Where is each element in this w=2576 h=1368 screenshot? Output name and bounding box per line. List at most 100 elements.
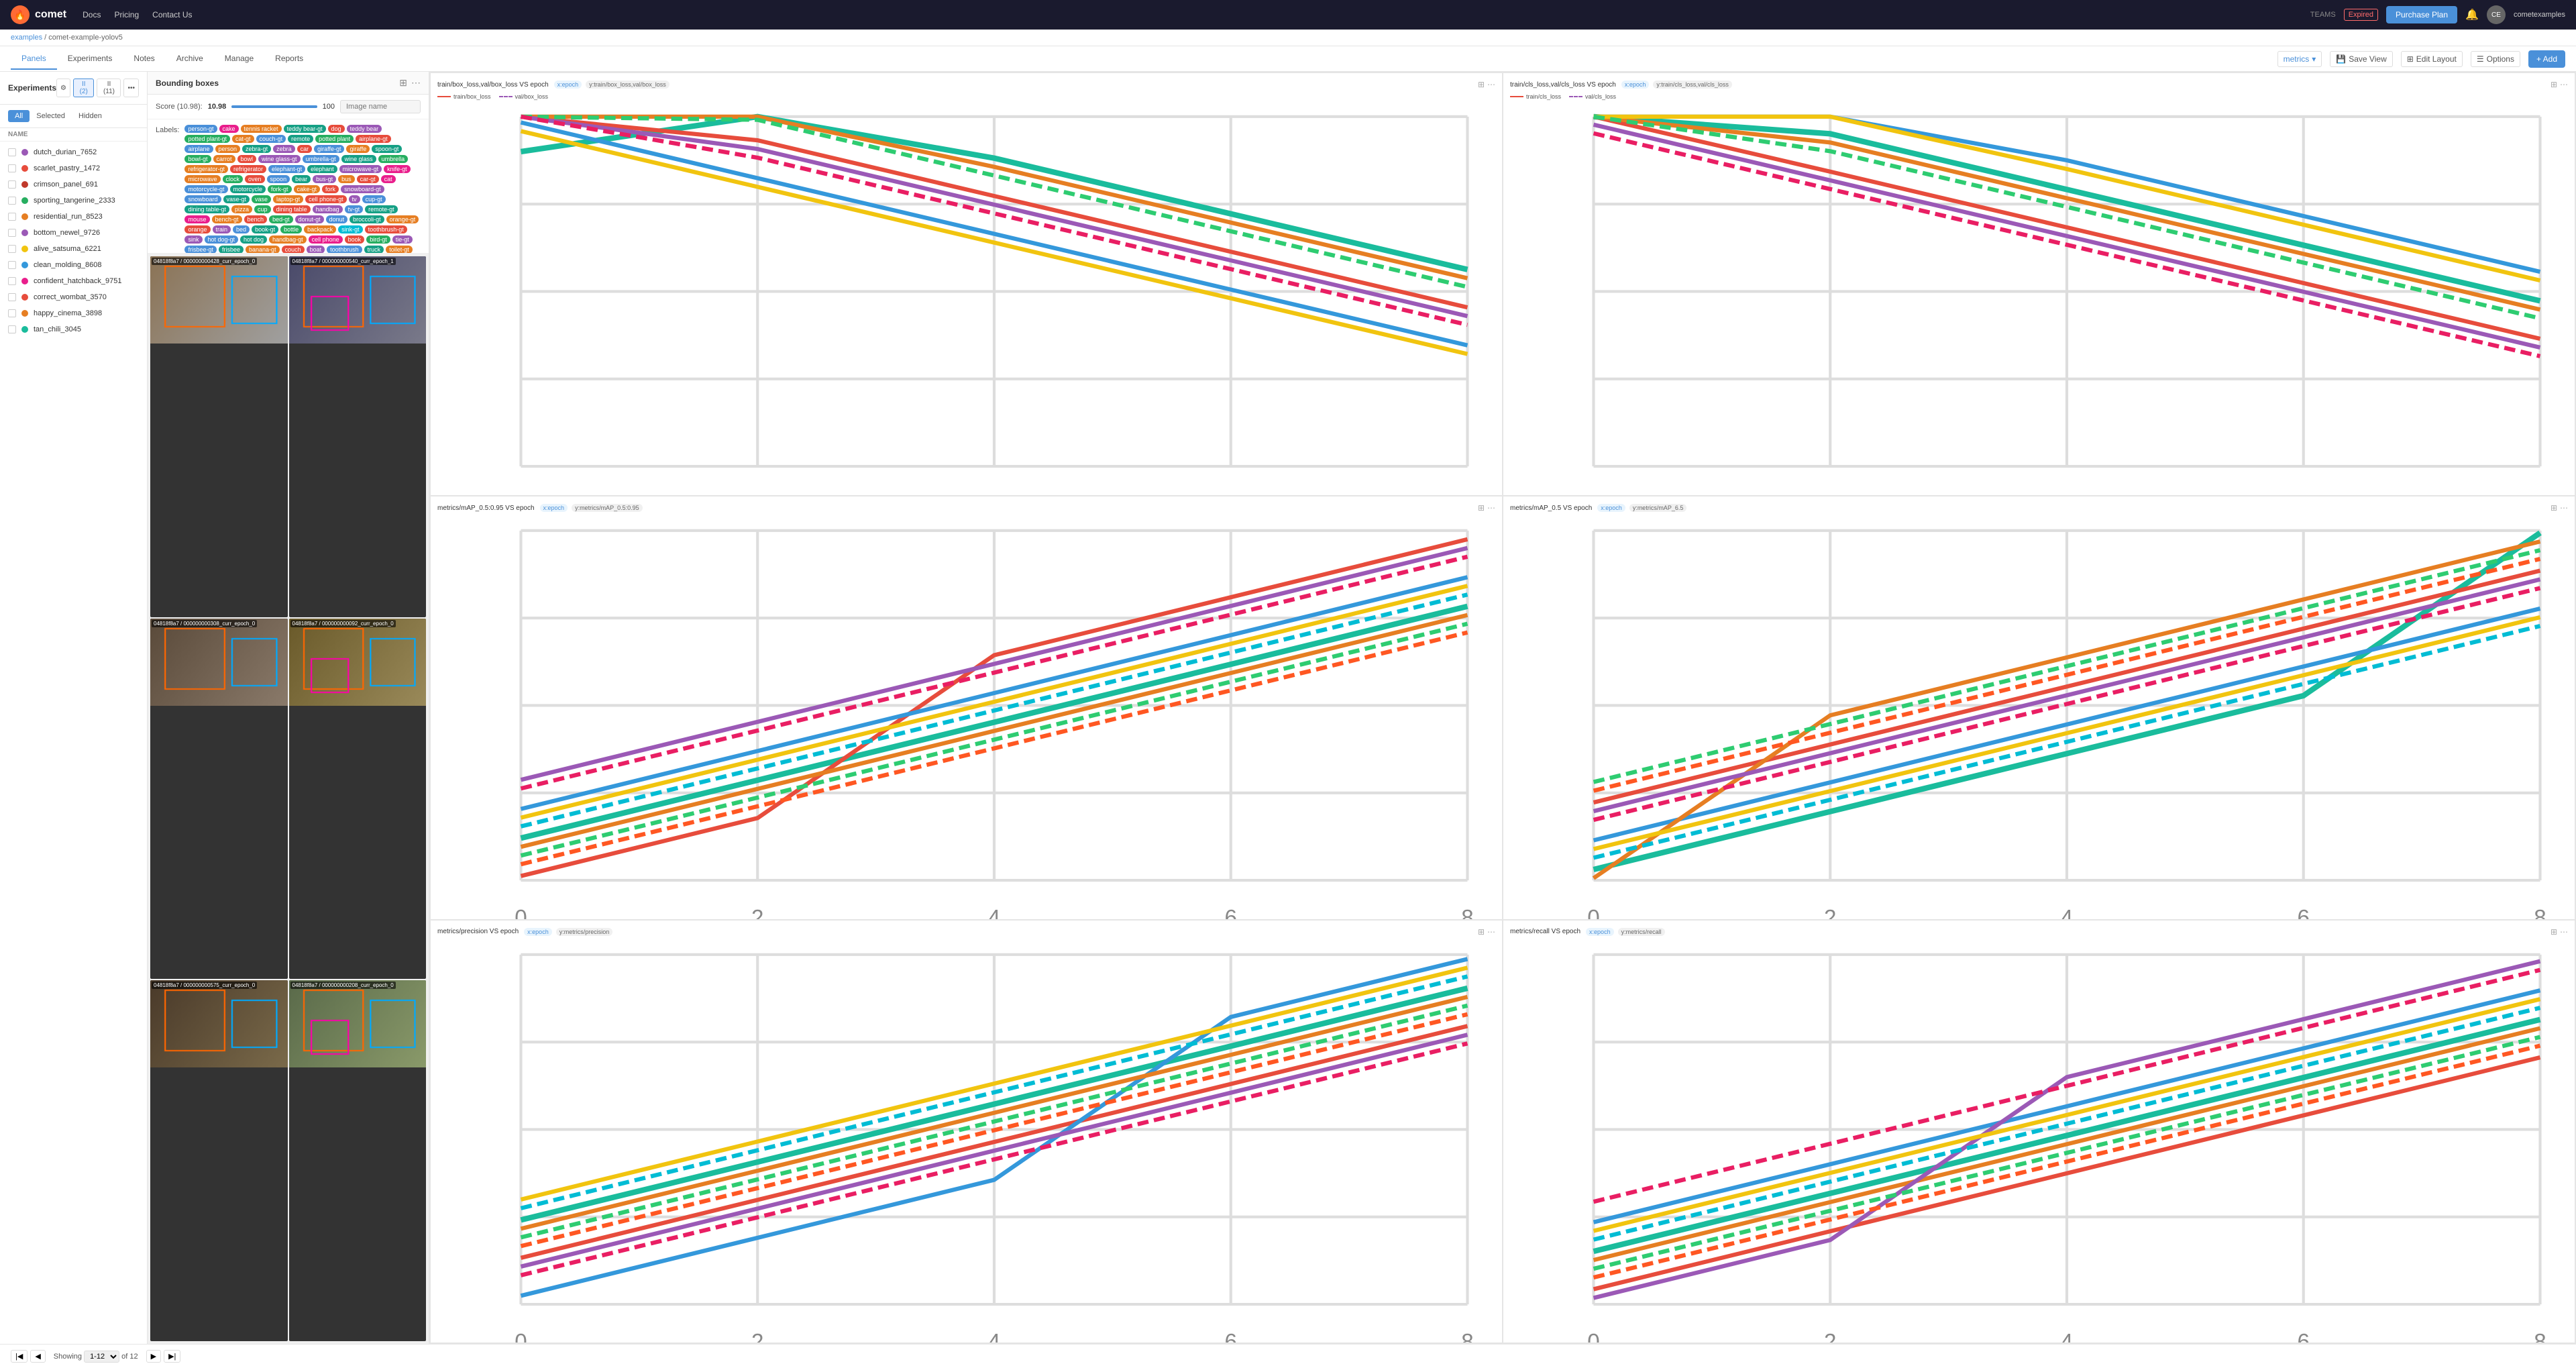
- image-cell[interactable]: 04818f8a7 / 000000000092_curr_epoch_0: [289, 619, 427, 980]
- image-cell[interactable]: 04818f8a7 / 000000000428_curr_epoch_0: [150, 256, 288, 617]
- experiment-item[interactable]: dutch_durian_7652: [0, 144, 147, 160]
- label-tag[interactable]: cup-gt: [362, 195, 386, 203]
- breadcrumb-examples[interactable]: examples: [11, 34, 42, 42]
- chart-more-icon[interactable]: ⋯: [2560, 503, 2568, 513]
- image-cell[interactable]: 04818f8a7 / 000000000540_curr_epoch_1: [289, 256, 427, 617]
- label-tag[interactable]: donut-gt: [295, 215, 324, 223]
- label-tag[interactable]: pizza: [231, 205, 252, 213]
- chart-more-icon[interactable]: ⋯: [1487, 80, 1495, 89]
- label-tag[interactable]: bus-gt: [313, 175, 336, 183]
- filter-all[interactable]: All: [8, 110, 30, 122]
- label-tag[interactable]: bowl: [237, 155, 257, 163]
- label-tag[interactable]: wine glass: [341, 155, 376, 163]
- chart-more-icon[interactable]: ⋯: [1487, 927, 1495, 937]
- label-tag[interactable]: backpack: [304, 225, 336, 233]
- label-tag[interactable]: handbag-gt: [269, 235, 307, 244]
- chart-more-icon[interactable]: ⋯: [1487, 503, 1495, 513]
- label-tag[interactable]: book: [345, 235, 365, 244]
- purchase-button[interactable]: Purchase Plan: [2386, 6, 2457, 23]
- label-tag[interactable]: sink: [184, 235, 202, 244]
- exp-checkbox[interactable]: [8, 213, 16, 221]
- label-tag[interactable]: remote: [288, 135, 313, 143]
- nav-contact[interactable]: Contact Us: [152, 10, 192, 19]
- label-tag[interactable]: cell phone-gt: [305, 195, 347, 203]
- label-tag[interactable]: bench-gt: [212, 215, 242, 223]
- label-tag[interactable]: microwave-gt: [339, 165, 382, 173]
- label-tag[interactable]: cake: [219, 125, 239, 133]
- label-tag[interactable]: broccoli-gt: [350, 215, 384, 223]
- label-tag[interactable]: remote-gt: [365, 205, 398, 213]
- label-tag[interactable]: spoon-gt: [372, 145, 402, 153]
- label-tag[interactable]: elephant-gt: [268, 165, 305, 173]
- label-tag[interactable]: donut: [326, 215, 348, 223]
- experiment-item[interactable]: happy_cinema_3898: [0, 305, 147, 321]
- experiment-item[interactable]: bottom_newel_9726: [0, 225, 147, 241]
- exp-checkbox[interactable]: [8, 277, 16, 285]
- label-tag[interactable]: hot dog: [240, 235, 267, 244]
- tab-archive[interactable]: Archive: [166, 48, 214, 70]
- label-tag[interactable]: giraffe: [346, 145, 370, 153]
- page-select[interactable]: 1-12: [84, 1351, 119, 1363]
- label-tag[interactable]: frisbee-gt: [184, 246, 217, 254]
- last-page-button[interactable]: ▶|: [164, 1350, 180, 1363]
- label-tag[interactable]: sink-gt: [338, 225, 363, 233]
- tab-manage[interactable]: Manage: [214, 48, 264, 70]
- experiment-item[interactable]: scarlet_pastry_1472: [0, 160, 147, 176]
- label-tag[interactable]: car: [297, 145, 313, 153]
- exp-checkbox[interactable]: [8, 261, 16, 269]
- label-tag[interactable]: vase: [252, 195, 271, 203]
- experiment-item[interactable]: clean_molding_8608: [0, 257, 147, 273]
- label-tag[interactable]: couch: [282, 246, 305, 254]
- chart-expand-icon[interactable]: ⊞: [2551, 80, 2557, 89]
- exp-checkbox[interactable]: [8, 180, 16, 189]
- save-view-button[interactable]: 💾 Save View: [2330, 51, 2392, 67]
- label-tag[interactable]: giraffe-gt: [314, 145, 344, 153]
- expand-icon[interactable]: ⊞: [399, 77, 407, 89]
- next-page-button[interactable]: ▶: [146, 1350, 161, 1363]
- label-tag[interactable]: person: [215, 145, 241, 153]
- experiment-item[interactable]: residential_run_8523: [0, 209, 147, 225]
- sidebar-more-icon[interactable]: •••: [123, 78, 139, 97]
- label-tag[interactable]: boat: [307, 246, 325, 254]
- exp-checkbox[interactable]: [8, 148, 16, 156]
- experiment-item[interactable]: alive_satsuma_6221: [0, 241, 147, 257]
- label-tag[interactable]: orange: [184, 225, 210, 233]
- label-tag[interactable]: elephant: [307, 165, 337, 173]
- label-tag[interactable]: wine glass-gt: [258, 155, 301, 163]
- label-tag[interactable]: umbrella-gt: [303, 155, 339, 163]
- label-tag[interactable]: tv: [349, 195, 360, 203]
- label-tag[interactable]: mouse: [184, 215, 209, 223]
- label-tag[interactable]: motorcycle: [230, 185, 266, 193]
- label-tag[interactable]: cat: [381, 175, 396, 183]
- label-tag[interactable]: microwave: [184, 175, 220, 183]
- label-tag[interactable]: potted plant: [315, 135, 354, 143]
- label-tag[interactable]: frisbee: [219, 246, 244, 254]
- label-tag[interactable]: cup: [254, 205, 271, 213]
- exp-checkbox[interactable]: [8, 309, 16, 317]
- label-tag[interactable]: fork-gt: [268, 185, 292, 193]
- label-tag[interactable]: zebra-gt: [242, 145, 271, 153]
- label-tag[interactable]: dog: [328, 125, 345, 133]
- label-tag[interactable]: toilet-gt: [386, 246, 413, 254]
- tab-notes[interactable]: Notes: [123, 48, 165, 70]
- more-icon[interactable]: ⋯: [411, 77, 421, 89]
- label-tag[interactable]: toothbrush-gt: [365, 225, 407, 233]
- label-tag[interactable]: refrigerator: [230, 165, 266, 173]
- tab-reports[interactable]: Reports: [264, 48, 314, 70]
- label-tag[interactable]: tennis racket: [241, 125, 282, 133]
- label-tag[interactable]: train: [213, 225, 231, 233]
- label-tag[interactable]: cat-gt: [232, 135, 254, 143]
- label-tag[interactable]: couch-gt: [256, 135, 286, 143]
- filter-hidden[interactable]: Hidden: [72, 110, 109, 122]
- label-tag[interactable]: clock: [223, 175, 244, 183]
- label-tag[interactable]: bird-gt: [366, 235, 390, 244]
- label-tag[interactable]: spoon: [267, 175, 290, 183]
- label-tag[interactable]: banana-gt: [246, 246, 280, 254]
- label-tag[interactable]: airplane-gt: [356, 135, 391, 143]
- label-tag[interactable]: bed-gt: [269, 215, 293, 223]
- experiment-item[interactable]: correct_wombat_3570: [0, 289, 147, 305]
- avatar[interactable]: CE: [2487, 5, 2506, 24]
- sidebar-hide-icon[interactable]: II (11): [97, 78, 121, 97]
- label-tag[interactable]: bottle: [280, 225, 302, 233]
- chart-more-icon[interactable]: ⋯: [2560, 927, 2568, 937]
